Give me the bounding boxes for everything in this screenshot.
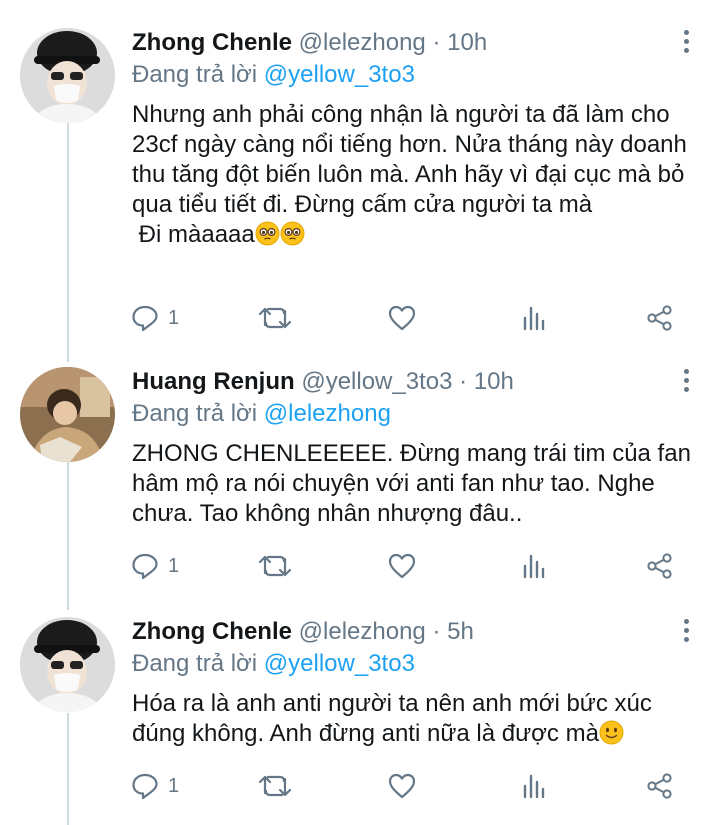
- heart-icon: [388, 553, 416, 579]
- slightly-smiling-face-emoji: [599, 720, 624, 745]
- share-button[interactable]: [645, 769, 675, 803]
- reply-count: 1: [168, 306, 180, 329]
- retweet-button[interactable]: [258, 769, 292, 803]
- tweet[interactable]: Zhong Chenle @lelezhong · 5h Đang trả lờ…: [0, 617, 720, 817]
- share-icon: [647, 305, 672, 331]
- reply-button[interactable]: 1: [130, 769, 179, 803]
- reply-count: 1: [168, 554, 180, 577]
- reply-icon: [132, 773, 158, 800]
- replying-label: Đang trả lời: [132, 61, 258, 88]
- replying-handle-link[interactable]: @yellow_3to3: [264, 61, 415, 88]
- like-button[interactable]: [387, 769, 417, 803]
- tweet-text-main: Hóa ra là anh anti người ta nên anh mới …: [132, 690, 659, 747]
- tweet-actions: 1: [130, 549, 690, 583]
- replying-to: Đang trả lời @yellow_3to3: [132, 60, 415, 90]
- tweet-text-main: Nhưng anh phải công nhận là người ta đã …: [132, 101, 694, 218]
- tweet-header: Zhong Chenle @lelezhong · 10h: [132, 28, 487, 58]
- share-icon: [647, 553, 672, 579]
- pleading-face-emoji: [280, 221, 305, 246]
- replying-to: Đang trả lời @yellow_3to3: [132, 649, 415, 679]
- heart-icon: [388, 773, 416, 799]
- tweet-text-line: Đi màaaaa: [132, 221, 255, 248]
- tweet-actions: 1: [130, 301, 690, 335]
- timestamp[interactable]: 10h: [474, 368, 514, 395]
- more-options-icon[interactable]: [680, 619, 692, 647]
- reply-button[interactable]: 1: [130, 301, 179, 335]
- avatar[interactable]: [20, 367, 115, 462]
- analytics-icon: [523, 306, 545, 331]
- avatar[interactable]: [20, 28, 115, 123]
- avatar-image: [20, 617, 115, 712]
- share-button[interactable]: [645, 549, 675, 583]
- more-options-icon[interactable]: [680, 369, 692, 397]
- retweet-icon: [258, 775, 292, 797]
- like-button[interactable]: [387, 549, 417, 583]
- heart-icon: [388, 305, 416, 331]
- analytics-icon: [523, 554, 545, 579]
- user-handle[interactable]: @lelezhong: [299, 618, 426, 645]
- replying-label: Đang trả lời: [132, 400, 258, 427]
- tweet-actions: 1: [130, 769, 690, 803]
- reply-button[interactable]: 1: [130, 549, 179, 583]
- user-handle[interactable]: @yellow_3to3: [301, 368, 452, 395]
- replying-label: Đang trả lời: [132, 650, 258, 677]
- share-icon: [647, 773, 672, 799]
- analytics-button[interactable]: [518, 549, 548, 583]
- share-button[interactable]: [645, 301, 675, 335]
- display-name[interactable]: Huang Renjun: [132, 368, 295, 395]
- tweet-header: Zhong Chenle @lelezhong · 5h: [132, 617, 474, 647]
- replying-handle-link[interactable]: @lelezhong: [264, 400, 391, 427]
- reply-count: 1: [168, 774, 180, 797]
- tweet[interactable]: Huang Renjun @yellow_3to3 · 10h Đang trả…: [0, 367, 720, 587]
- tweet-text: Hóa ra là anh anti người ta nên anh mới …: [132, 689, 692, 749]
- retweet-icon: [258, 555, 292, 577]
- analytics-button[interactable]: [518, 301, 548, 335]
- tweet[interactable]: Zhong Chenle @lelezhong · 10h Đang trả l…: [0, 28, 720, 348]
- retweet-button[interactable]: [258, 301, 292, 335]
- avatar-image: [20, 367, 115, 462]
- replying-handle-link[interactable]: @yellow_3to3: [264, 650, 415, 677]
- timestamp[interactable]: 10h: [447, 29, 487, 56]
- more-options-icon[interactable]: [680, 30, 692, 58]
- separator-dot: ·: [432, 29, 441, 56]
- display-name[interactable]: Zhong Chenle: [132, 618, 292, 645]
- tweet-text: ZHONG CHENLEEEEE. Đừng mang trái tim của…: [132, 439, 692, 529]
- analytics-icon: [523, 774, 545, 799]
- separator-dot: ·: [432, 618, 441, 645]
- reply-icon: [132, 553, 158, 580]
- tweet-text: Nhưng anh phải công nhận là người ta đã …: [132, 100, 692, 250]
- avatar[interactable]: [20, 617, 115, 712]
- separator-dot: ·: [459, 368, 468, 395]
- user-handle[interactable]: @lelezhong: [299, 29, 426, 56]
- pleading-face-emoji: [255, 221, 280, 246]
- replying-to: Đang trả lời @lelezhong: [132, 399, 391, 429]
- avatar-image: [20, 28, 115, 123]
- analytics-button[interactable]: [518, 769, 548, 803]
- retweet-button[interactable]: [258, 549, 292, 583]
- display-name[interactable]: Zhong Chenle: [132, 29, 292, 56]
- retweet-icon: [258, 307, 292, 329]
- like-button[interactable]: [387, 301, 417, 335]
- tweet-text-main: ZHONG CHENLEEEEE. Đừng mang trái tim của…: [132, 440, 698, 527]
- timestamp[interactable]: 5h: [447, 618, 474, 645]
- reply-icon: [132, 305, 158, 332]
- tweet-header: Huang Renjun @yellow_3to3 · 10h: [132, 367, 514, 397]
